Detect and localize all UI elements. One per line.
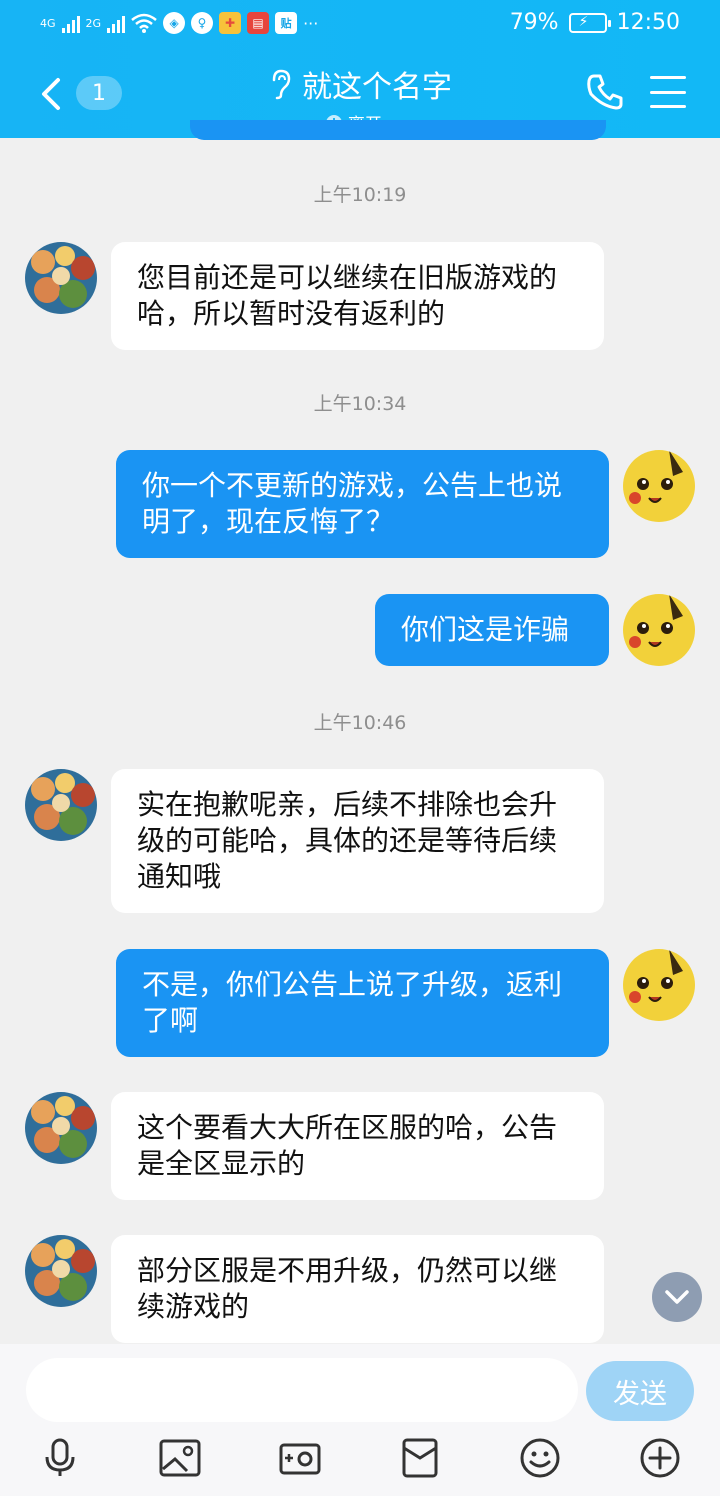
message-input[interactable] xyxy=(26,1358,578,1422)
send-button[interactable]: 发送 xyxy=(586,1361,694,1421)
agent-avatar[interactable] xyxy=(25,769,97,841)
camera-icon xyxy=(279,1443,321,1475)
previous-message-bubble xyxy=(190,120,606,140)
menu-line xyxy=(650,90,686,94)
network-2-label: 2G xyxy=(85,16,102,30)
photo-button[interactable] xyxy=(158,1436,202,1480)
red-packet-icon xyxy=(402,1438,438,1478)
battery-percent: 79% xyxy=(509,10,559,35)
my-avatar[interactable] xyxy=(623,594,695,666)
chat-title: 就这个名字 xyxy=(302,70,452,105)
incoming-message[interactable]: 部分区服是不用升级，仍然可以继续游戏的 xyxy=(111,1235,604,1343)
outgoing-message[interactable]: 不是，你们公告上说了升级，返利了啊 xyxy=(116,949,609,1057)
composer: 发送 xyxy=(0,1344,720,1496)
chat-header: 4G 2G ◈ ♀ ✚ ▤ 贴 ··· 79% ⚡ 12:50 1 就这个名字 … xyxy=(0,0,720,138)
menu-line xyxy=(650,76,686,79)
chat-menu-button[interactable] xyxy=(650,76,686,108)
unread-count-badge[interactable]: 1 xyxy=(76,76,122,110)
anime-crew-avatar-icon xyxy=(25,769,97,841)
pikachu-avatar-icon xyxy=(623,949,695,1021)
clock: 12:50 xyxy=(616,10,680,35)
more-notifications-icon: ··· xyxy=(303,13,319,33)
phone-icon xyxy=(587,74,623,110)
signal-1-icon xyxy=(61,13,80,33)
my-avatar[interactable] xyxy=(623,450,695,522)
anime-crew-avatar-icon xyxy=(25,242,97,314)
ear-icon xyxy=(272,69,291,100)
signal-2-icon xyxy=(107,13,126,33)
pikachu-avatar-icon xyxy=(623,450,695,522)
tieba-app-icon: 贴 xyxy=(275,12,298,34)
network-1-label: 4G xyxy=(40,16,56,30)
wifi-icon xyxy=(131,13,157,33)
microphone-icon xyxy=(45,1438,75,1476)
timestamp: 上午10:19 xyxy=(313,184,407,206)
menu-line xyxy=(650,105,686,108)
idea-app-icon: ♀ xyxy=(191,12,214,34)
outgoing-message[interactable]: 你一个不更新的游戏，公告上也说明了，现在反悔了？ xyxy=(116,450,609,558)
image-icon xyxy=(159,1439,201,1477)
incoming-message[interactable]: 您目前还是可以继续在旧版游戏的哈，所以暂时没有返利的 xyxy=(111,242,604,350)
timestamp: 上午10:46 xyxy=(313,712,407,734)
scroll-to-bottom-button[interactable] xyxy=(652,1272,702,1322)
my-avatar[interactable] xyxy=(623,949,695,1021)
agent-avatar[interactable] xyxy=(25,1235,97,1307)
anime-crew-avatar-icon xyxy=(25,1092,97,1164)
more-actions-button[interactable] xyxy=(638,1436,682,1480)
app-notification-icon: ◈ xyxy=(163,12,186,34)
outgoing-message[interactable]: 你们这是诈骗 xyxy=(375,594,609,666)
voice-button[interactable] xyxy=(38,1436,82,1480)
back-button[interactable] xyxy=(36,74,66,114)
anime-crew-avatar-icon xyxy=(25,1235,97,1307)
agent-avatar[interactable] xyxy=(25,1092,97,1164)
red-packet-button[interactable] xyxy=(398,1436,442,1480)
agent-avatar[interactable] xyxy=(25,242,97,314)
chevron-down-icon xyxy=(665,1290,689,1304)
chevron-left-icon xyxy=(42,78,60,110)
battery-icon: ⚡ xyxy=(568,12,611,33)
timestamp: 上午10:34 xyxy=(313,393,407,415)
emoji-button[interactable] xyxy=(518,1436,562,1480)
incoming-message[interactable]: 这个要看大大所在区服的哈，公告是全区显示的 xyxy=(111,1092,604,1200)
colorful-app-icon: ✚ xyxy=(219,12,242,34)
pikachu-avatar-icon xyxy=(623,594,695,666)
camera-button[interactable] xyxy=(278,1436,322,1480)
incoming-message[interactable]: 实在抱歉呢亲，后续不排除也会升级的可能哈，具体的还是等待后续通知哦 xyxy=(111,769,604,913)
message-list[interactable]: 上午10:19 您目前还是可以继续在旧版游戏的哈，所以暂时没有返利的 上午10:… xyxy=(0,138,720,1344)
status-bar: 4G 2G ◈ ♀ ✚ ▤ 贴 ··· 79% ⚡ 12:50 xyxy=(0,0,720,50)
book-app-icon: ▤ xyxy=(247,12,270,34)
emoji-icon xyxy=(520,1438,560,1478)
composer-toolbar xyxy=(0,1436,720,1488)
voice-call-button[interactable] xyxy=(585,72,625,112)
plus-icon xyxy=(640,1438,680,1478)
